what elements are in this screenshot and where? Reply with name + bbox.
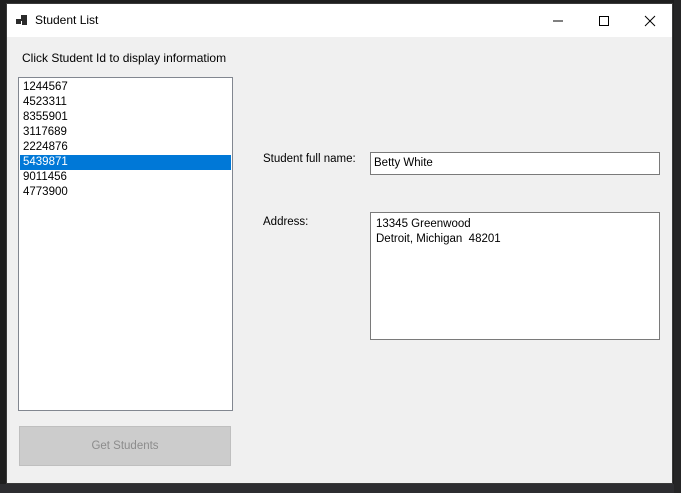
maximize-icon	[599, 16, 609, 26]
window-title: Student List	[35, 13, 99, 27]
student-name-label: Student full name:	[263, 153, 356, 165]
background-edge	[674, 0, 681, 493]
list-item[interactable]: 1244567	[20, 80, 231, 95]
address-line-2: Detroit, Michigan 48201	[376, 233, 501, 245]
minimize-icon	[553, 20, 563, 22]
student-name-field[interactable]: Betty White	[370, 152, 660, 175]
get-students-button[interactable]: Get Students	[19, 426, 231, 466]
close-icon	[644, 15, 656, 27]
address-label: Address:	[263, 216, 309, 228]
maximize-button[interactable]	[581, 4, 627, 37]
list-item[interactable]: 4773900	[20, 185, 231, 200]
close-button[interactable]	[627, 4, 673, 37]
title-bar[interactable]: Student List	[7, 4, 672, 37]
instruction-label: Click Student Id to display informatiom	[22, 51, 227, 65]
list-item[interactable]: 2224876	[20, 140, 231, 155]
address-field[interactable]: 13345 Greenwood Detroit, Michigan 48201	[370, 212, 660, 340]
student-id-listbox[interactable]: 1244567 4523311 8355901 3117689 2224876 54398…	[18, 77, 233, 411]
list-item[interactable]: 8355901	[20, 110, 231, 125]
address-line-1: 13345 Greenwood	[376, 218, 471, 230]
list-item[interactable]: 5439871	[20, 155, 231, 170]
student-list-window: Student List Click Student Id to display…	[6, 3, 673, 484]
list-item[interactable]: 4523311	[20, 95, 231, 110]
list-item[interactable]: 3117689	[20, 125, 231, 140]
minimize-button[interactable]	[535, 4, 581, 37]
list-item[interactable]: 9011456	[20, 170, 231, 185]
background-strip	[0, 484, 681, 493]
app-icon	[16, 15, 27, 25]
